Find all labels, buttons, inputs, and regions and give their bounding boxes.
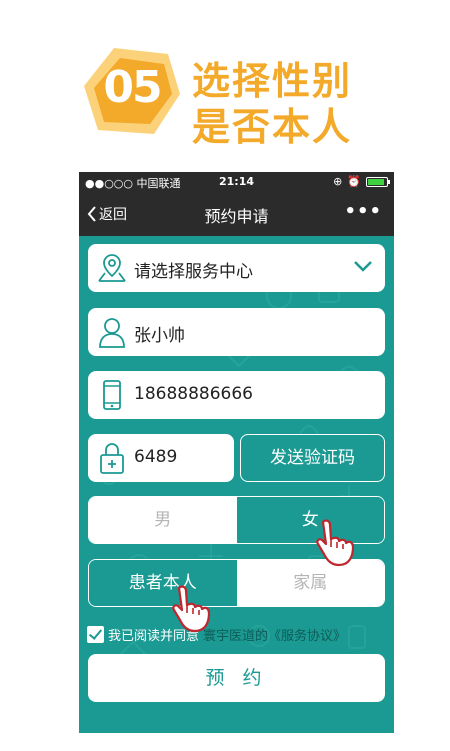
service-center-select[interactable]: 请选择服务中心: [88, 244, 385, 292]
agreement-row: 我已阅读并同意 寰宇医道的《服务协议》: [87, 624, 392, 644]
pointing-hand-icon: [172, 585, 211, 633]
pointing-hand-icon: [316, 519, 355, 567]
user-icon: [99, 318, 125, 348]
promo-header: 05 选择性别 是否本人: [0, 0, 450, 172]
gender-option-female[interactable]: 女: [236, 497, 384, 543]
phone-field[interactable]: 18688886666: [88, 371, 385, 419]
name-field[interactable]: 张小帅: [88, 308, 385, 356]
battery-icon: [366, 176, 390, 187]
agreement-link[interactable]: 寰宇医道的《服务协议》: [203, 625, 346, 644]
submit-button[interactable]: 预 约: [88, 654, 385, 702]
relation-option-family[interactable]: 家属: [236, 560, 384, 606]
phone-screen: ●●○○○ 中国联通 21:14 ⊕ ⏰ 返回 预约申请 ••• 请选择服务中心: [79, 172, 394, 733]
agreement-checkbox[interactable]: [87, 625, 104, 643]
alarm-icon: ⏰: [347, 175, 361, 188]
nav-bar: 返回 预约申请 •••: [79, 192, 394, 236]
name-value: 张小帅: [134, 326, 185, 346]
mobile-phone-icon: [103, 380, 121, 410]
step-badge: 05: [84, 48, 180, 136]
code-value: 6489: [134, 447, 178, 467]
relation-option-self[interactable]: 患者本人: [89, 560, 237, 606]
lock-rotation-icon: ⊕: [333, 175, 343, 188]
phone-value: 18688886666: [134, 384, 253, 404]
gender-option-male[interactable]: 男: [89, 497, 237, 543]
lock-icon: [100, 443, 124, 474]
service-center-placeholder: 请选择服务中心: [134, 262, 253, 282]
verification-code-field[interactable]: 6489: [88, 434, 234, 482]
status-bar: ●●○○○ 中国联通 21:14 ⊕ ⏰: [79, 172, 394, 192]
status-icons: ⊕ ⏰: [333, 175, 390, 188]
chevron-down-icon: [354, 261, 372, 272]
step-number: 05: [103, 62, 162, 113]
location-pin-icon: [98, 254, 126, 282]
promo-title-line2: 是否本人: [192, 105, 353, 149]
send-code-button[interactable]: 发送验证码: [240, 434, 385, 482]
more-button[interactable]: •••: [344, 201, 382, 222]
